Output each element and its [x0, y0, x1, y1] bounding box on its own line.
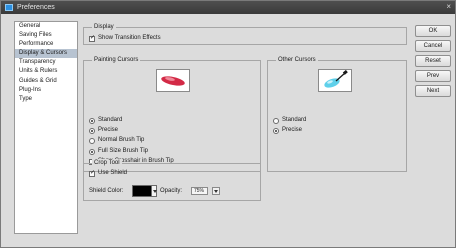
show-transition-effects-label: Show Transition Effects	[98, 35, 161, 41]
radio-dot	[89, 148, 95, 155]
opacity-label: Opacity:	[160, 188, 183, 194]
opacity-dropdown[interactable]	[212, 187, 220, 195]
sidebar-item-performance[interactable]: Performance	[15, 40, 77, 49]
radio-dot	[273, 127, 279, 134]
normal-brush-tip-label: Normal Brush Tip	[98, 137, 145, 143]
radio-dot	[89, 127, 95, 134]
sidebar-item-transparency[interactable]: Transparency	[15, 58, 77, 67]
sidebar-item-type[interactable]: Type	[15, 95, 77, 104]
sidebar-item-guides-grid[interactable]: Guides & Grid	[15, 77, 77, 86]
radio-dot	[89, 117, 95, 124]
other-precise-label: Precise	[282, 127, 303, 133]
display-legend: Display	[92, 23, 116, 32]
crop-tool-legend: Crop Tool	[92, 159, 122, 168]
painting-precise-radio[interactable]: Precise	[89, 126, 118, 135]
painting-precise-label: Precise	[98, 127, 119, 133]
other-cursor-preview	[318, 69, 352, 92]
reset-button[interactable]: Reset	[415, 55, 451, 67]
prev-button[interactable]: Prev	[415, 70, 451, 82]
other-cursors-legend: Other Cursors	[276, 56, 318, 65]
next-button[interactable]: Next	[415, 85, 451, 97]
other-standard-radio[interactable]: Standard	[273, 116, 306, 125]
painting-standard-label: Standard	[98, 117, 123, 123]
full-size-brush-tip-label: Full Size Brush Tip	[98, 148, 149, 154]
other-cursors-group: Other Cursors Standard Precise	[267, 56, 407, 172]
sidebar-item-plug-ins[interactable]: Plug-Ins	[15, 86, 77, 95]
cancel-button[interactable]: Cancel	[415, 40, 451, 52]
shield-color-label: Shield Color:	[89, 188, 124, 194]
title-bar: Preferences ×	[1, 1, 455, 14]
other-standard-label: Standard	[282, 117, 307, 123]
category-list: General Saving Files Performance Display…	[14, 21, 78, 234]
close-icon[interactable]: ×	[446, 2, 451, 12]
chevron-down-icon	[214, 190, 218, 193]
checkbox-box	[89, 34, 95, 43]
painting-cursors-group: Painting Cursors Standard Precise Normal…	[83, 56, 261, 172]
eyedropper-icon	[324, 69, 348, 88]
chevron-down-icon	[153, 190, 157, 193]
sidebar-item-saving-files[interactable]: Saving Files	[15, 31, 77, 40]
show-transition-effects-checkbox[interactable]: Show Transition Effects	[89, 34, 161, 43]
painting-cursor-preview	[156, 69, 190, 92]
preferences-window: Preferences × General Saving Files Perfo…	[0, 0, 456, 248]
checkbox-box	[89, 169, 95, 178]
shield-color-swatch[interactable]	[132, 185, 152, 197]
radio-dot	[273, 117, 279, 124]
opacity-input[interactable]: 75%	[191, 187, 208, 195]
use-shield-checkbox[interactable]: Use Shield	[89, 169, 127, 178]
brush-stroke-icon	[161, 76, 185, 86]
window-title: Preferences	[17, 4, 55, 11]
app-icon	[5, 4, 13, 11]
crop-tool-group: Crop Tool Use Shield Shield Color: Opaci…	[83, 159, 261, 201]
shield-color-dropdown[interactable]	[151, 185, 157, 197]
ok-button[interactable]: OK	[415, 25, 451, 37]
use-shield-label: Use Shield	[98, 170, 128, 176]
painting-standard-radio[interactable]: Standard	[89, 116, 122, 125]
radio-dot	[89, 137, 95, 144]
settings-panel: Display Show Transition Effects Painting…	[83, 21, 407, 234]
painting-cursors-legend: Painting Cursors	[92, 56, 141, 65]
other-precise-radio[interactable]: Precise	[273, 126, 302, 135]
full-size-brush-tip-radio[interactable]: Full Size Brush Tip	[89, 147, 148, 156]
sidebar-item-display-cursors[interactable]: Display & Cursors	[15, 49, 77, 59]
display-group: Display Show Transition Effects	[83, 23, 407, 45]
sidebar-item-units-rulers[interactable]: Units & Rulers	[15, 67, 77, 76]
normal-brush-tip-radio[interactable]: Normal Brush Tip	[89, 136, 144, 145]
sidebar-item-general[interactable]: General	[15, 22, 77, 31]
